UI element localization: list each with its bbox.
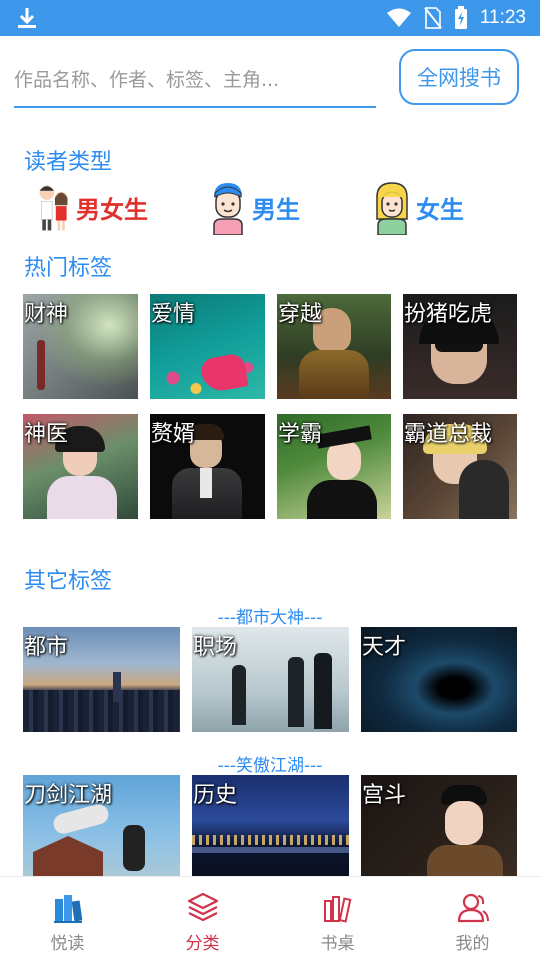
girl-icon	[376, 182, 408, 235]
nav-label: 悦读	[50, 934, 85, 954]
tag-tile-gongdou[interactable]: 宫斗	[361, 775, 517, 876]
clock: 11:23	[479, 7, 526, 28]
tag-label: 刀剑江湖	[24, 783, 113, 808]
tag-tile-zhichang[interactable]: 职场	[192, 627, 349, 732]
tag-label: 扮猪吃虎	[404, 302, 493, 327]
tag-label: 神医	[24, 422, 69, 447]
tag-tile-aiqing[interactable]: 爱情	[150, 294, 265, 399]
tag-tile-daojian[interactable]: 刀剑江湖	[23, 775, 180, 876]
tag-tile-lishi[interactable]: 历史	[192, 775, 349, 876]
books-icon	[53, 895, 82, 923]
tag-label: 历史	[193, 783, 238, 808]
reader-type-label: 女生	[416, 195, 464, 224]
group-subtitle: ---笑傲江湖---	[217, 756, 323, 776]
reader-type-label: 男生	[252, 195, 300, 224]
tag-label: 穿越	[278, 302, 323, 327]
boy-icon	[213, 183, 243, 235]
reader-type-boy[interactable]: 男生	[208, 178, 300, 236]
tag-label: 都市	[24, 635, 69, 660]
tag-tile-tiancai[interactable]: 天才	[361, 627, 517, 732]
search-input[interactable]	[14, 58, 376, 108]
search-all-button[interactable]: 全网搜书	[399, 49, 519, 105]
tag-tile-badao[interactable]: 霸道总裁	[403, 414, 517, 519]
group-subtitle: ---都市大神---	[217, 608, 323, 628]
reader-type-girl[interactable]: 女生	[372, 178, 464, 236]
reader-type-boy-girl[interactable]: 男女生	[36, 178, 148, 236]
nav-yuedu[interactable]: 悦读	[0, 877, 135, 960]
tag-tile-banzhu[interactable]: 扮猪吃虎	[403, 294, 517, 399]
tag-tile-shenyi[interactable]: 神医	[23, 414, 138, 519]
search-bar: 全网搜书	[0, 36, 540, 120]
bookshelf-icon	[323, 896, 351, 923]
tag-label: 霸道总裁	[404, 422, 493, 447]
layers-icon	[187, 892, 218, 922]
tag-label: 爱情	[151, 302, 196, 327]
nav-label: 书桌	[320, 934, 355, 954]
bottom-nav: 悦读 分类 书桌 我的	[0, 876, 540, 960]
other-tags-title: 其它标签	[24, 569, 113, 594]
hot-tags-title: 热门标签	[24, 256, 113, 281]
nav-wode[interactable]: 我的	[405, 877, 540, 960]
tag-tile-dushi[interactable]: 都市	[23, 627, 180, 732]
reader-type-label: 男女生	[76, 195, 148, 224]
nav-shuzhuo[interactable]: 书桌	[270, 877, 405, 960]
tag-label: 宫斗	[362, 783, 407, 808]
nav-fenlei[interactable]: 分类	[135, 877, 270, 960]
tag-label: 职场	[193, 635, 238, 660]
tag-label: 财神	[24, 302, 69, 327]
nav-label: 我的	[455, 934, 490, 954]
tag-label: 学霸	[278, 422, 323, 447]
reader-type-title: 读者类型	[24, 150, 113, 175]
tag-tile-caishen[interactable]: 财神	[23, 294, 138, 399]
tag-tile-zhuixu[interactable]: 赘婿	[150, 414, 265, 519]
tag-label: 赘婿	[151, 422, 196, 447]
tag-label: 天才	[362, 635, 407, 660]
boy-girl-icon	[39, 185, 68, 231]
tag-tile-chuanyue[interactable]: 穿越	[277, 294, 391, 399]
tag-tile-xueba[interactable]: 学霸	[277, 414, 391, 519]
status-bar: 11:23	[0, 0, 540, 36]
download-icon	[18, 8, 36, 28]
battery-charging-icon	[454, 6, 467, 29]
nav-label: 分类	[185, 934, 220, 954]
user-icon	[457, 893, 489, 923]
no-sim-icon	[424, 7, 442, 29]
wifi-icon	[386, 8, 411, 27]
